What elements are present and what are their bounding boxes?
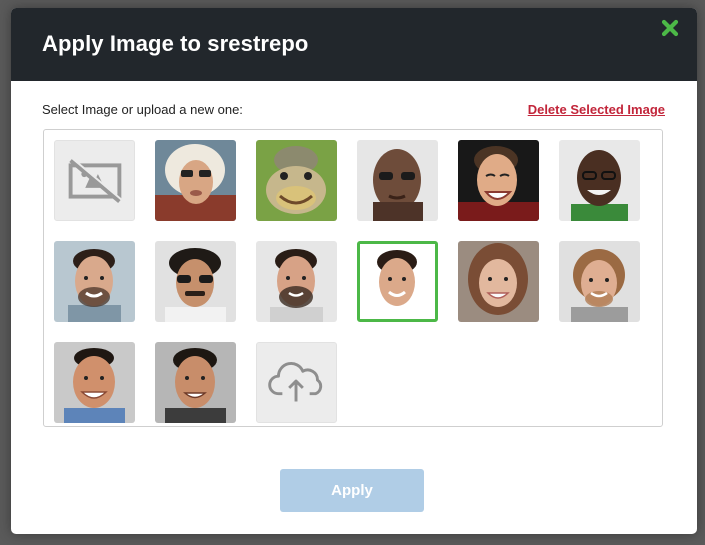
avatar-thumbnail-selected[interactable] bbox=[357, 241, 438, 322]
avatar-thumbnail[interactable] bbox=[155, 342, 236, 423]
dialog-header: Apply Image to srestrepo bbox=[11, 8, 697, 81]
avatar-thumbnail[interactable] bbox=[458, 140, 539, 221]
avatar-thumbnail[interactable] bbox=[54, 342, 135, 423]
apply-button[interactable]: Apply bbox=[280, 469, 424, 512]
avatar-image bbox=[559, 140, 640, 221]
delete-selected-image-link[interactable]: Delete Selected Image bbox=[528, 102, 665, 117]
avatar-thumbnail[interactable] bbox=[256, 241, 337, 322]
apply-image-dialog: Apply Image to srestrepo Select Image or… bbox=[11, 8, 697, 534]
avatar-thumbnail[interactable] bbox=[357, 140, 438, 221]
close-icon[interactable] bbox=[661, 19, 679, 37]
avatar-image bbox=[155, 140, 236, 221]
avatar-thumbnail[interactable] bbox=[54, 241, 135, 322]
avatar-image bbox=[256, 241, 337, 322]
no-image-tile[interactable] bbox=[54, 140, 135, 221]
avatar-image bbox=[256, 140, 337, 221]
avatar-thumbnail[interactable] bbox=[559, 140, 640, 221]
avatar-image bbox=[155, 342, 236, 423]
picker-header: Select Image or upload a new one: Delete… bbox=[42, 102, 665, 120]
avatar-thumbnail[interactable] bbox=[559, 241, 640, 322]
avatar-image bbox=[559, 241, 640, 322]
avatar-thumbnail[interactable] bbox=[458, 241, 539, 322]
picker-instruction: Select Image or upload a new one: bbox=[42, 102, 243, 117]
cloud-upload-icon bbox=[268, 362, 323, 402]
avatar-image bbox=[155, 241, 236, 322]
avatar-image bbox=[360, 244, 435, 319]
avatar-image bbox=[54, 342, 135, 423]
image-grid bbox=[43, 129, 663, 427]
avatar-image bbox=[458, 241, 539, 322]
no-image-icon bbox=[68, 157, 122, 203]
avatar-image bbox=[357, 140, 438, 221]
avatar-image bbox=[54, 241, 135, 322]
upload-image-tile[interactable] bbox=[256, 342, 337, 423]
dialog-title: Apply Image to srestrepo bbox=[42, 31, 309, 56]
avatar-thumbnail[interactable] bbox=[155, 241, 236, 322]
avatar-thumbnail[interactable] bbox=[155, 140, 236, 221]
avatar-thumbnail[interactable] bbox=[256, 140, 337, 221]
avatar-image bbox=[458, 140, 539, 221]
